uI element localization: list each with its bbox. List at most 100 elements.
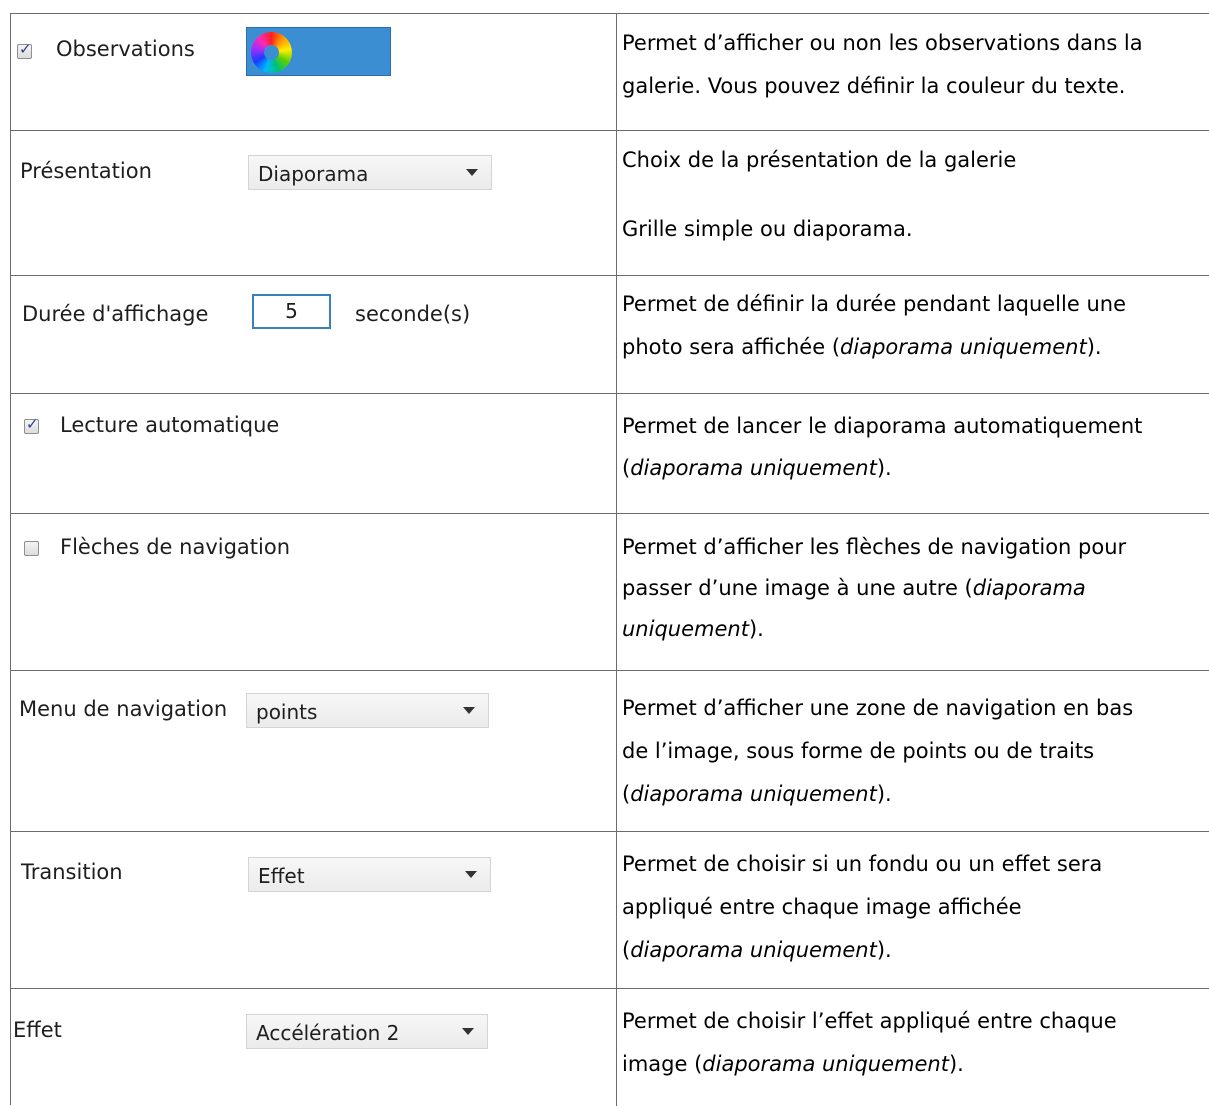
description-text: ). [1086, 335, 1102, 359]
description-emphasis: diaporama uniquement [840, 335, 1087, 359]
description-cell: Permet de définir la durée pendant laque… [622, 276, 1209, 393]
column-divider [616, 989, 617, 1106]
description-line: (diaporama uniquement). [622, 451, 892, 486]
description-emphasis: diaporama uniquement [630, 782, 877, 806]
options-table: ✓ Observations Permet d’afficher ou non … [10, 13, 1209, 1106]
description-text: ). [876, 456, 892, 480]
description-cell: Permet d’afficher une zone de navigation… [622, 671, 1209, 831]
description-cell: Permet de lancer le diaporama automatiqu… [622, 394, 1209, 513]
description-text: ). [748, 617, 764, 641]
description-line: photo sera affichée (diaporama uniquemen… [622, 330, 1102, 365]
navigation-menu-select-value: points [256, 700, 318, 724]
table-row-duration: Durée d'affichage 5 seconde(s) Permet de… [11, 276, 1209, 394]
presentation-select[interactable]: Diaporama [248, 155, 492, 190]
table-row-navigation-arrows: Flèches de navigation Permet d’afficher … [11, 514, 1209, 671]
duration-label: Durée d'affichage [22, 302, 209, 326]
chevron-down-icon [463, 707, 475, 714]
description-line: (diaporama uniquement). [622, 777, 892, 812]
column-divider [616, 514, 617, 670]
description-line: Permet de choisir l’effet appliqué entre… [622, 1009, 1117, 1033]
chevron-down-icon [466, 169, 478, 176]
navigation-menu-select[interactable]: points [246, 693, 489, 728]
description-line: Permet de lancer le diaporama automatiqu… [622, 414, 1143, 438]
description-text: image ( [622, 1052, 703, 1076]
description-line: uniquement). [622, 612, 764, 647]
description-text: passer d’une image à une autre ( [622, 576, 973, 600]
description-cell: Permet d’afficher les flèches de navigat… [622, 514, 1209, 670]
description-text: ). [876, 782, 892, 806]
description-cell: Permet d’afficher ou non les observation… [622, 14, 1209, 130]
autoplay-label: Lecture automatique [60, 413, 280, 437]
description-line: Permet d’afficher les flèches de navigat… [622, 535, 1127, 559]
description-line: Permet de choisir si un fondu ou un effe… [622, 852, 1103, 876]
transition-label: Transition [21, 860, 123, 884]
option-cell: Durée d'affichage 5 seconde(s) [11, 276, 616, 393]
description-line: (diaporama uniquement). [622, 933, 892, 968]
presentation-select-value: Diaporama [258, 162, 369, 186]
description-cell: Choix de la présentation de la galerie G… [622, 131, 1209, 275]
transition-select-value: Effet [258, 864, 305, 888]
option-cell: Flèches de navigation [11, 514, 616, 670]
check-mark-icon: ✓ [26, 415, 39, 433]
description-emphasis: diaporama uniquement [630, 456, 877, 480]
autoplay-checkbox[interactable]: ✓ [24, 415, 39, 434]
navigation-arrows-checkbox[interactable] [24, 541, 39, 556]
column-divider [616, 832, 617, 988]
transition-select[interactable]: Effet [248, 857, 491, 892]
description-emphasis: diaporama uniquement [630, 938, 877, 962]
column-divider [616, 14, 617, 130]
table-row-presentation: Présentation Diaporama Choix de la prése… [11, 131, 1209, 276]
color-wheel-icon [251, 32, 292, 73]
effect-select-value: Accélération 2 [256, 1021, 400, 1045]
effect-label: Effet [13, 1018, 62, 1042]
description-line: image (diaporama uniquement). [622, 1047, 964, 1082]
text-color-button[interactable] [246, 27, 391, 76]
description-emphasis: uniquement [622, 617, 749, 641]
description-line: passer d’une image à une autre (diaporam… [622, 571, 1086, 606]
observations-checkbox[interactable]: ✓ [17, 40, 32, 59]
column-divider [616, 131, 617, 275]
table-row-autoplay: ✓ Lecture automatique Permet de lancer l… [11, 394, 1209, 514]
option-cell: Présentation Diaporama [11, 131, 616, 275]
table-row-transition: Transition Effet Permet de choisir si un… [11, 832, 1209, 989]
chevron-down-icon [462, 1028, 474, 1035]
column-divider [616, 394, 617, 513]
observations-label: Observations [56, 37, 195, 61]
description-text: ( [622, 782, 631, 806]
duration-unit-label: seconde(s) [355, 302, 471, 326]
option-cell: Effet Accélération 2 [11, 989, 616, 1106]
description-text: ). [876, 938, 892, 962]
option-cell: Transition Effet [11, 832, 616, 988]
description-line: Permet d’afficher ou non les observation… [622, 31, 1143, 55]
description-line: Permet de définir la durée pendant laque… [622, 292, 1126, 316]
description-emphasis: diaporama [972, 576, 1086, 600]
chevron-down-icon [465, 871, 477, 878]
table-row-observations: ✓ Observations Permet d’afficher ou non … [11, 14, 1209, 131]
option-cell: Menu de navigation points [11, 671, 616, 831]
description-line: appliqué entre chaque image affichée [622, 895, 1022, 919]
navigation-arrows-label: Flèches de navigation [60, 535, 291, 559]
navigation-menu-label: Menu de navigation [19, 697, 228, 721]
description-line: Permet d’afficher une zone de navigation… [622, 696, 1134, 720]
check-mark-icon: ✓ [19, 40, 32, 58]
description-text: ( [622, 938, 631, 962]
description-cell: Permet de choisir l’effet appliqué entre… [622, 989, 1209, 1106]
description-emphasis: diaporama uniquement [702, 1052, 949, 1076]
description-line: de l’image, sous forme de points ou de t… [622, 739, 1095, 763]
option-cell: ✓ Observations [11, 14, 616, 130]
description-line: galerie. Vous pouvez définir la couleur … [622, 74, 1126, 98]
description-line: Grille simple ou diaporama. [622, 217, 913, 241]
description-cell: Permet de choisir si un fondu ou un effe… [622, 832, 1209, 988]
description-text: ( [622, 456, 631, 480]
table-row-effect: Effet Accélération 2 Permet de choisir l… [11, 989, 1209, 1106]
column-divider [616, 276, 617, 393]
description-line: Choix de la présentation de la galerie [622, 148, 1017, 172]
effect-select[interactable]: Accélération 2 [246, 1014, 488, 1049]
presentation-label: Présentation [20, 159, 152, 183]
description-text: ). [948, 1052, 964, 1076]
table-row-navigation-menu: Menu de navigation points Permet d’affic… [11, 671, 1209, 832]
duration-input[interactable]: 5 [252, 294, 331, 329]
description-text: photo sera affichée ( [622, 335, 841, 359]
option-cell: ✓ Lecture automatique [11, 394, 616, 513]
column-divider [616, 671, 617, 831]
